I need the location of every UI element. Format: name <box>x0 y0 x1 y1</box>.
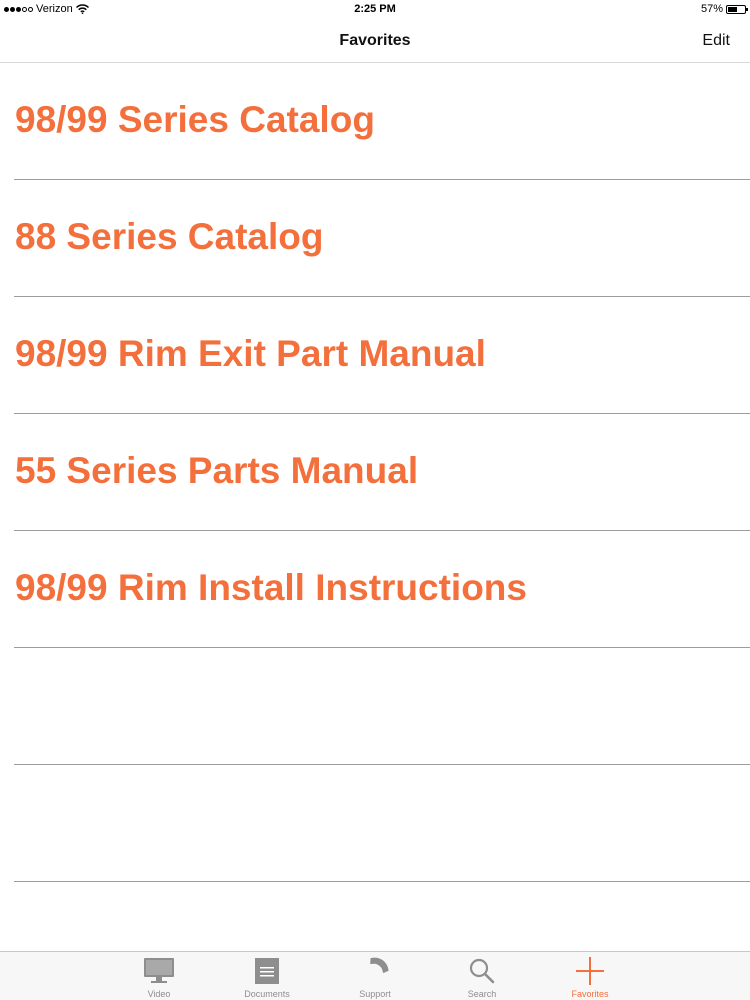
tab-label: Video <box>147 989 171 999</box>
plus-icon <box>550 956 630 986</box>
tab-search[interactable]: Search <box>442 952 522 1000</box>
tab-label: Documents <box>244 989 290 999</box>
page-title: Favorites <box>339 32 411 49</box>
tab-label: Search <box>467 989 497 999</box>
list-item[interactable]: 55 Series Parts Manual <box>14 414 750 531</box>
list-item-label: 98/99 Series Catalog <box>15 99 375 140</box>
list-item-label: 88 Series Catalog <box>15 216 324 257</box>
phone-icon <box>335 956 415 986</box>
tab-label: Support <box>359 989 391 999</box>
tab-support[interactable]: Support <box>335 952 415 1000</box>
battery-icon <box>726 4 748 14</box>
search-icon <box>442 956 522 986</box>
list-item-label: 98/99 Rim Install Instructions <box>15 567 527 608</box>
status-right: 57% <box>700 3 748 15</box>
list-item[interactable]: 88 Series Catalog <box>14 180 750 297</box>
list-item <box>14 765 750 882</box>
list-item-label: 55 Series Parts Manual <box>15 450 419 491</box>
battery-percent: 57% <box>700 3 723 15</box>
tab-video[interactable]: Video <box>119 952 199 1000</box>
tab-label: Favorites <box>571 989 609 999</box>
document-icon <box>227 956 307 986</box>
tab-favorites[interactable]: Favorites <box>550 952 630 1000</box>
list-item[interactable]: 98/99 Rim Install Instructions <box>14 531 750 648</box>
app-screen: Verizon 2:25 PM 57% Favorites Edit 98/99 <box>0 0 750 1000</box>
favorites-list: 98/99 Series Catalog 88 Series Catalog 98/… <box>0 63 750 882</box>
tab-documents[interactable]: Documents <box>227 952 307 1000</box>
monitor-icon <box>119 956 199 986</box>
status-bar: Verizon 2:25 PM 57% <box>0 0 750 20</box>
status-time: 2:25 PM <box>354 3 396 15</box>
list-item <box>14 648 750 765</box>
tab-bar: Video Documents Support Search Favorites <box>0 951 750 1000</box>
navigation-bar: Favorites Edit <box>0 20 750 63</box>
edit-button[interactable]: Edit <box>702 32 730 50</box>
list-item[interactable]: 98/99 Rim Exit Part Manual <box>14 297 750 414</box>
list-item[interactable]: 98/99 Series Catalog <box>14 63 750 180</box>
list-item-label: 98/99 Rim Exit Part Manual <box>15 333 486 374</box>
